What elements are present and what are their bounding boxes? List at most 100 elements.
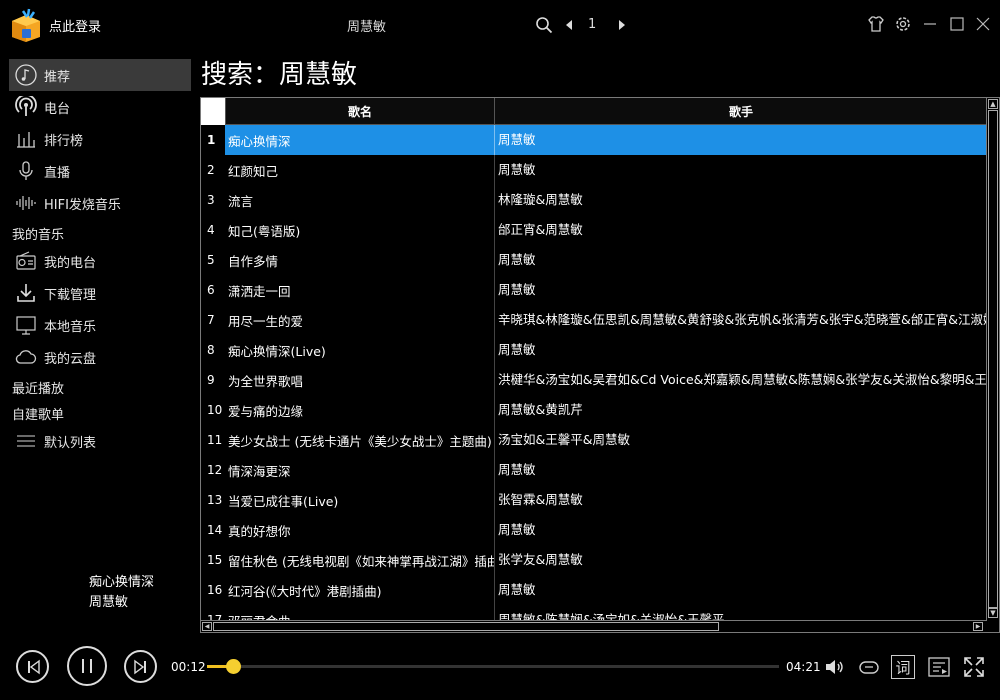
artist-cell: 洪楗华&汤宝如&吴君如&Cd Voice&郑嘉颖&周慧敏&陈慧娴&张学友&关淑怡… <box>494 365 987 395</box>
table-row[interactable]: 14 真的好想你 周慧敏 <box>201 515 987 545</box>
search-icon[interactable] <box>535 16 553 34</box>
progress-bar[interactable] <box>207 659 779 674</box>
scroll-down-icon[interactable]: ▼ <box>988 608 998 618</box>
row-number: 15 <box>207 553 223 567</box>
sidebar-item-live[interactable]: 直播 <box>9 155 191 187</box>
row-number: 14 <box>207 523 223 537</box>
column-header-title[interactable]: 歌名 <box>225 98 494 125</box>
song-title-cell: 真的好想你 <box>228 523 291 539</box>
chart-bars-icon <box>13 127 39 151</box>
playlist-icon[interactable] <box>927 655 951 679</box>
table-row[interactable]: 8 痴心换情深(Live) 周慧敏 <box>201 335 987 365</box>
table-row[interactable]: 12 情深海更深 周慧敏 <box>201 455 987 485</box>
next-track-button[interactable] <box>124 650 157 683</box>
radio-icon <box>13 249 39 273</box>
previous-track-button[interactable] <box>16 650 49 683</box>
song-title-cell: 自作多情 <box>228 253 279 269</box>
microphone-icon <box>13 159 39 183</box>
table-row[interactable]: 1 痴心换情深 周慧敏 <box>201 125 987 155</box>
song-title-cell: 情深海更深 <box>228 463 291 479</box>
current-time: 00:12 <box>171 660 206 674</box>
row-number: 2 <box>207 163 215 177</box>
scroll-right-icon[interactable]: ▶ <box>973 622 983 631</box>
song-title-cell: 痴心换情深(Live) <box>228 343 326 359</box>
row-number: 8 <box>207 343 215 357</box>
fullscreen-icon[interactable] <box>962 655 986 679</box>
song-title-cell: 红河谷(《大时代》港剧插曲) <box>228 583 382 599</box>
pause-icon <box>82 659 92 673</box>
progress-handle[interactable] <box>226 659 242 674</box>
artist-cell: 周慧敏 <box>494 575 987 605</box>
sidebar-item-downloads[interactable]: 下载管理 <box>9 277 191 309</box>
row-number: 6 <box>207 283 215 297</box>
sidebar-item-local-music[interactable]: 本地音乐 <box>9 309 191 341</box>
artist-cell: 张学友&周慧敏 <box>494 545 987 575</box>
artist-cell: 周慧敏&黄凯芹 <box>494 395 987 425</box>
scroll-up-icon[interactable]: ▲ <box>988 99 998 109</box>
page-prev-icon[interactable] <box>563 17 575 33</box>
close-icon[interactable] <box>973 14 993 34</box>
sidebar-item-cloud[interactable]: 我的云盘 <box>9 341 191 373</box>
artist-cell: 周慧敏 <box>494 125 987 155</box>
skip-back-icon <box>27 659 40 674</box>
sidebar-item-hifi[interactable]: HIFI发烧音乐 <box>9 187 191 219</box>
table-row[interactable]: 11 美少女战士 (无线卡通片《美少女战士》主题曲) 汤宝如&王馨平&周慧敏 <box>201 425 987 455</box>
sidebar-item-recommend[interactable]: 推荐 <box>9 59 191 91</box>
table-row[interactable]: 15 留住秋色 (无线电视剧《如来神掌再战江湖》插曲) 张学友&周慧敏 <box>201 545 987 575</box>
artist-cell: 辛晓琪&林隆璇&伍思凯&周慧敏&黄舒骏&张克帆&张清芳&张宇&范晓萱&邰正宵&江… <box>494 305 987 335</box>
table-row[interactable]: 7 用尽一生的爱 辛晓琪&林隆璇&伍思凯&周慧敏&黄舒骏&张克帆&张清芳&张宇&范晓… <box>201 305 987 335</box>
row-number: 7 <box>207 313 215 327</box>
monitor-icon <box>13 313 39 337</box>
artist-cell: 林隆璇&周慧敏 <box>494 185 987 215</box>
scroll-left-icon[interactable]: ◀ <box>202 622 212 631</box>
table-row[interactable]: 10 爱与痛的边缘 周慧敏&黄凯芹 <box>201 395 987 425</box>
song-title-cell: 潇洒走一回 <box>228 283 291 299</box>
skin-shirt-icon[interactable] <box>866 14 886 34</box>
scroll-thumb[interactable] <box>988 110 998 608</box>
table-row[interactable]: 9 为全世界歌唱 洪楗华&汤宝如&吴君如&Cd Voice&郑嘉颖&周慧敏&陈慧娴&… <box>201 365 987 395</box>
recent-played-link[interactable]: 最近播放 <box>12 378 64 397</box>
sidebar-item-radio[interactable]: 电台 <box>9 91 191 123</box>
settings-gear-icon[interactable] <box>893 14 913 34</box>
row-number: 5 <box>207 253 215 267</box>
sidebar: 推荐 电台 排行榜 直播 HIFI发烧音乐 我的音乐 我的电台 下载管理 本地音… <box>0 56 195 636</box>
row-number: 13 <box>207 493 223 507</box>
table-row[interactable]: 2 红颜知己 周慧敏 <box>201 155 987 185</box>
table-row[interactable]: 6 潇洒走一回 周慧敏 <box>201 275 987 305</box>
title-bar: 点此登录 周慧敏 1 <box>0 0 1000 50</box>
table-row[interactable]: 13 当爱已成往事(Live) 张智霖&周慧敏 <box>201 485 987 515</box>
volume-icon[interactable] <box>823 655 847 679</box>
login-link[interactable]: 点此登录 <box>49 16 101 35</box>
sidebar-item-label: 电台 <box>44 101 71 117</box>
sidebar-item-label: 我的云盘 <box>44 351 97 367</box>
sidebar-item-label: 直播 <box>44 165 71 181</box>
maximize-icon[interactable] <box>947 14 967 34</box>
song-title-cell: 爱与痛的边缘 <box>228 403 304 419</box>
create-playlist-link[interactable]: 自建歌单 <box>12 404 64 423</box>
row-number: 10 <box>207 403 223 417</box>
table-row[interactable]: 16 红河谷(《大时代》港剧插曲) 周慧敏 <box>201 575 987 605</box>
play-pause-button[interactable] <box>67 646 107 686</box>
lyrics-button[interactable]: 词 <box>891 655 915 679</box>
now-playing-artist: 周慧敏 <box>89 595 129 610</box>
table-row[interactable]: 4 知己(粤语版) 邰正宵&周慧敏 <box>201 215 987 245</box>
sidebar-item-default-list[interactable]: 默认列表 <box>9 425 191 457</box>
page-next-icon[interactable] <box>616 17 628 33</box>
sound-wave-icon <box>13 191 39 215</box>
minimize-icon[interactable] <box>920 14 940 34</box>
vertical-scrollbar[interactable]: ▲ ▼ <box>986 98 999 620</box>
table-row[interactable]: 5 自作多情 周慧敏 <box>201 245 987 275</box>
table-row[interactable]: 3 流言 林隆璇&周慧敏 <box>201 185 987 215</box>
sidebar-item-charts[interactable]: 排行榜 <box>9 123 191 155</box>
artist-cell: 张智霖&周慧敏 <box>494 485 987 515</box>
sidebar-item-my-radio[interactable]: 我的电台 <box>9 245 191 277</box>
song-title-cell: 当爱已成往事(Live) <box>228 493 339 509</box>
scroll-thumb[interactable] <box>213 622 719 631</box>
sidebar-item-label: 推荐 <box>44 69 71 85</box>
play-mode-loop-icon[interactable] <box>857 655 881 679</box>
song-title-cell: 痴心换情深 <box>228 133 291 149</box>
column-header-artist[interactable]: 歌手 <box>494 98 987 125</box>
list-icon <box>13 429 39 453</box>
horizontal-scrollbar[interactable]: ◀ ▶ <box>201 620 987 632</box>
artist-cell: 周慧敏 <box>494 515 987 545</box>
